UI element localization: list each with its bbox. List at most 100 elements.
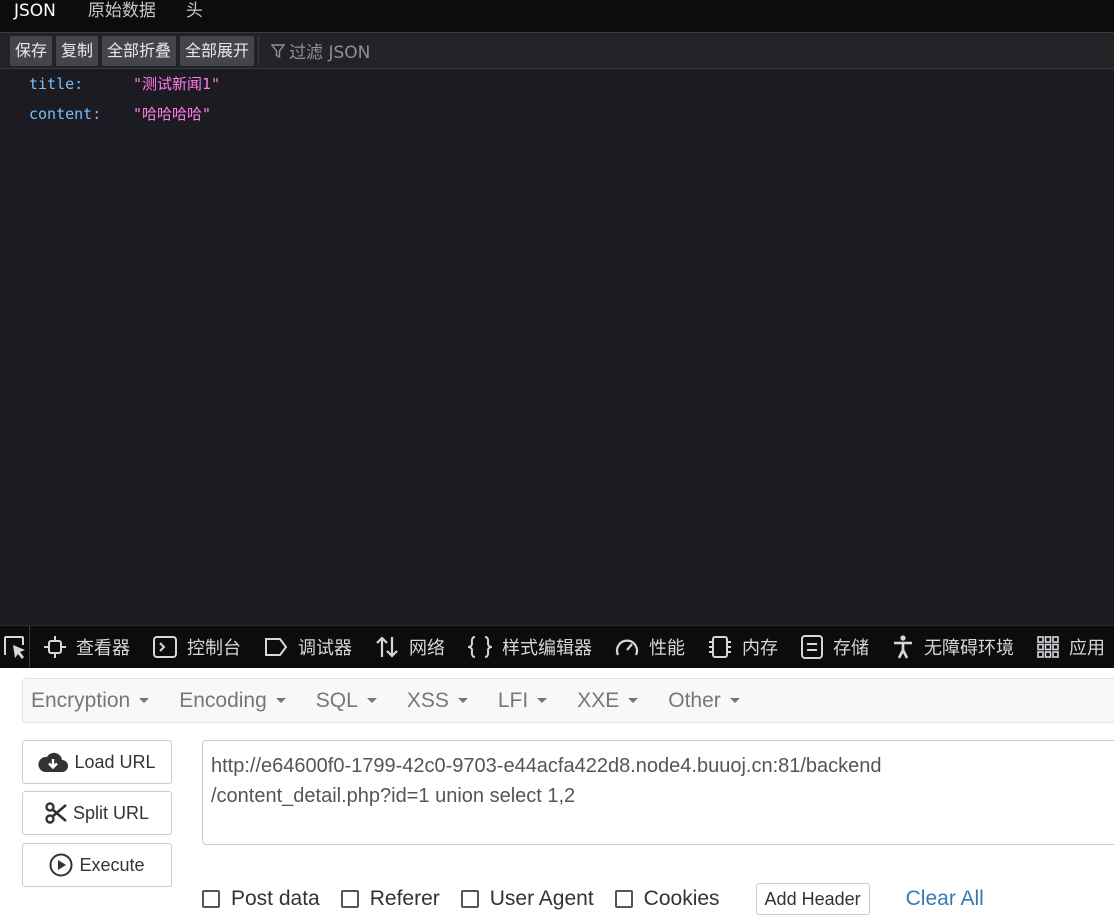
tab-memory[interactable]: 内存 bbox=[694, 626, 787, 668]
storage-icon bbox=[801, 635, 823, 659]
post-data-checkbox[interactable]: Post data bbox=[202, 887, 320, 911]
element-picker-icon bbox=[3, 636, 25, 659]
application-icon bbox=[1037, 636, 1059, 658]
checkbox-box[interactable] bbox=[614, 890, 633, 908]
tab-console[interactable]: 控制台 bbox=[139, 626, 250, 668]
expand-all-button[interactable]: 全部展开 bbox=[180, 35, 255, 66]
json-key: title: bbox=[29, 75, 84, 93]
tab-style-editor[interactable]: 样式编辑器 bbox=[454, 626, 601, 668]
tab-label: 查看器 bbox=[76, 638, 130, 659]
tab-accessibility[interactable]: 无障碍环境 bbox=[878, 626, 1023, 668]
console-icon bbox=[153, 636, 177, 658]
toolbar-divider bbox=[258, 35, 260, 66]
memory-icon bbox=[709, 636, 731, 658]
tab-inspector[interactable]: 查看器 bbox=[30, 626, 139, 668]
inspector-icon bbox=[44, 636, 66, 658]
filter-placeholder: 过滤 JSON bbox=[289, 43, 371, 63]
style-editor-icon bbox=[468, 636, 492, 658]
checkbox-label: User Agent bbox=[489, 887, 594, 910]
load-url-label: Load URL bbox=[74, 751, 156, 772]
json-viewer-tabs: JSON 原始数据 头 bbox=[0, 0, 1114, 32]
checkbox-label: Post data bbox=[231, 887, 320, 910]
execute-button[interactable]: Execute bbox=[22, 843, 172, 887]
tab-raw-data[interactable]: 原始数据 bbox=[74, 0, 170, 28]
hackbar-panel: Encryption Encoding SQL XSS LFI XXE Othe… bbox=[0, 668, 1114, 919]
tab-debugger[interactable]: 调试器 bbox=[250, 626, 361, 668]
performance-icon bbox=[615, 639, 639, 656]
accessibility-icon bbox=[894, 635, 912, 659]
menu-other[interactable]: Other bbox=[660, 689, 749, 713]
checkbox-box[interactable] bbox=[460, 890, 479, 908]
json-content: title: "测试新闻1" content: "哈哈哈哈" bbox=[0, 70, 1114, 625]
play-circle-icon bbox=[49, 853, 73, 877]
debugger-icon bbox=[265, 638, 288, 656]
menu-lfi[interactable]: LFI bbox=[490, 689, 556, 713]
tab-label: 存储 bbox=[833, 638, 869, 659]
checkbox-label: Referer bbox=[369, 887, 440, 910]
caret-down-icon bbox=[537, 698, 548, 703]
tab-label: 调试器 bbox=[298, 638, 352, 659]
menu-xxe[interactable]: XXE bbox=[569, 689, 647, 713]
checkbox-box[interactable] bbox=[340, 890, 359, 908]
split-url-label: Split URL bbox=[72, 802, 150, 823]
url-line-1: http://e64600f0-1799-42c0-9703-e44acfa42… bbox=[211, 755, 882, 777]
network-icon bbox=[376, 636, 398, 658]
checkbox-label: Cookies bbox=[643, 887, 720, 910]
caret-down-icon bbox=[275, 698, 286, 703]
cookies-checkbox[interactable]: Cookies bbox=[614, 887, 720, 911]
element-picker-button[interactable] bbox=[0, 626, 30, 668]
caret-down-icon bbox=[139, 698, 150, 703]
json-toolbar: 保存 复制 全部折叠 全部展开 过滤 JSON bbox=[0, 32, 1114, 69]
json-value: "测试新闻1" bbox=[133, 75, 221, 93]
caret-down-icon bbox=[729, 698, 740, 703]
collapse-all-button[interactable]: 全部折叠 bbox=[102, 35, 177, 66]
menu-sql[interactable]: SQL bbox=[308, 689, 386, 713]
devtools-toolbar: 查看器 控制台 调试器 网络 样式编辑器 性能 内存 存储 无障碍环境 应用 bbox=[0, 625, 1114, 668]
json-value: "哈哈哈哈" bbox=[133, 105, 212, 123]
tab-label: 应用 bbox=[1069, 638, 1105, 659]
tab-performance[interactable]: 性能 bbox=[601, 626, 694, 668]
menu-label: XSS bbox=[406, 688, 449, 712]
menu-label: Encoding bbox=[179, 688, 267, 712]
tab-json[interactable]: JSON bbox=[0, 0, 70, 28]
tab-label: 内存 bbox=[742, 638, 778, 659]
tab-application[interactable]: 应用 bbox=[1023, 626, 1114, 668]
menu-label: LFI bbox=[497, 688, 529, 712]
hackbar-menu: Encryption Encoding SQL XSS LFI XXE Othe… bbox=[22, 678, 1114, 723]
tab-headers[interactable]: 头 bbox=[172, 0, 217, 28]
tab-label: 控制台 bbox=[187, 638, 241, 659]
caret-down-icon bbox=[366, 698, 377, 703]
menu-encryption[interactable]: Encryption bbox=[23, 689, 158, 713]
tab-label: 样式编辑器 bbox=[502, 638, 592, 659]
menu-label: SQL bbox=[315, 688, 358, 712]
clear-all-link[interactable]: Clear All bbox=[906, 887, 984, 911]
cloud-download-icon bbox=[38, 752, 69, 772]
load-url-button[interactable]: Load URL bbox=[22, 740, 172, 784]
copy-button[interactable]: 复制 bbox=[56, 35, 99, 66]
split-url-button[interactable]: Split URL bbox=[22, 791, 172, 835]
tab-network[interactable]: 网络 bbox=[361, 626, 454, 668]
menu-encoding[interactable]: Encoding bbox=[171, 689, 295, 713]
url-line-2: /content_detail.php?id=1 union select 1,… bbox=[211, 785, 576, 807]
caret-down-icon bbox=[628, 698, 639, 703]
execute-label: Execute bbox=[79, 854, 145, 875]
tab-label: 网络 bbox=[409, 638, 445, 659]
url-textarea[interactable]: http://e64600f0-1799-42c0-9703-e44acfa42… bbox=[202, 740, 1114, 845]
request-options: Post data Referer User Agent Cookies Add… bbox=[202, 883, 984, 915]
json-key: content: bbox=[29, 105, 102, 123]
tab-label: 无障碍环境 bbox=[924, 638, 1014, 659]
scissors-icon bbox=[45, 802, 67, 824]
menu-label: Other bbox=[668, 688, 721, 712]
user-agent-checkbox[interactable]: User Agent bbox=[460, 887, 594, 911]
tab-label: 性能 bbox=[649, 638, 685, 659]
filter-json-input[interactable]: 过滤 JSON bbox=[263, 36, 370, 66]
save-button[interactable]: 保存 bbox=[10, 35, 53, 66]
referer-checkbox[interactable]: Referer bbox=[340, 887, 440, 911]
add-header-button[interactable]: Add Header bbox=[755, 883, 870, 915]
menu-xss[interactable]: XSS bbox=[399, 689, 477, 713]
menu-label: XXE bbox=[577, 688, 620, 712]
checkbox-box[interactable] bbox=[202, 890, 220, 908]
menu-label: Encryption bbox=[31, 688, 131, 712]
caret-down-icon bbox=[457, 698, 468, 703]
tab-storage[interactable]: 存储 bbox=[787, 626, 878, 668]
